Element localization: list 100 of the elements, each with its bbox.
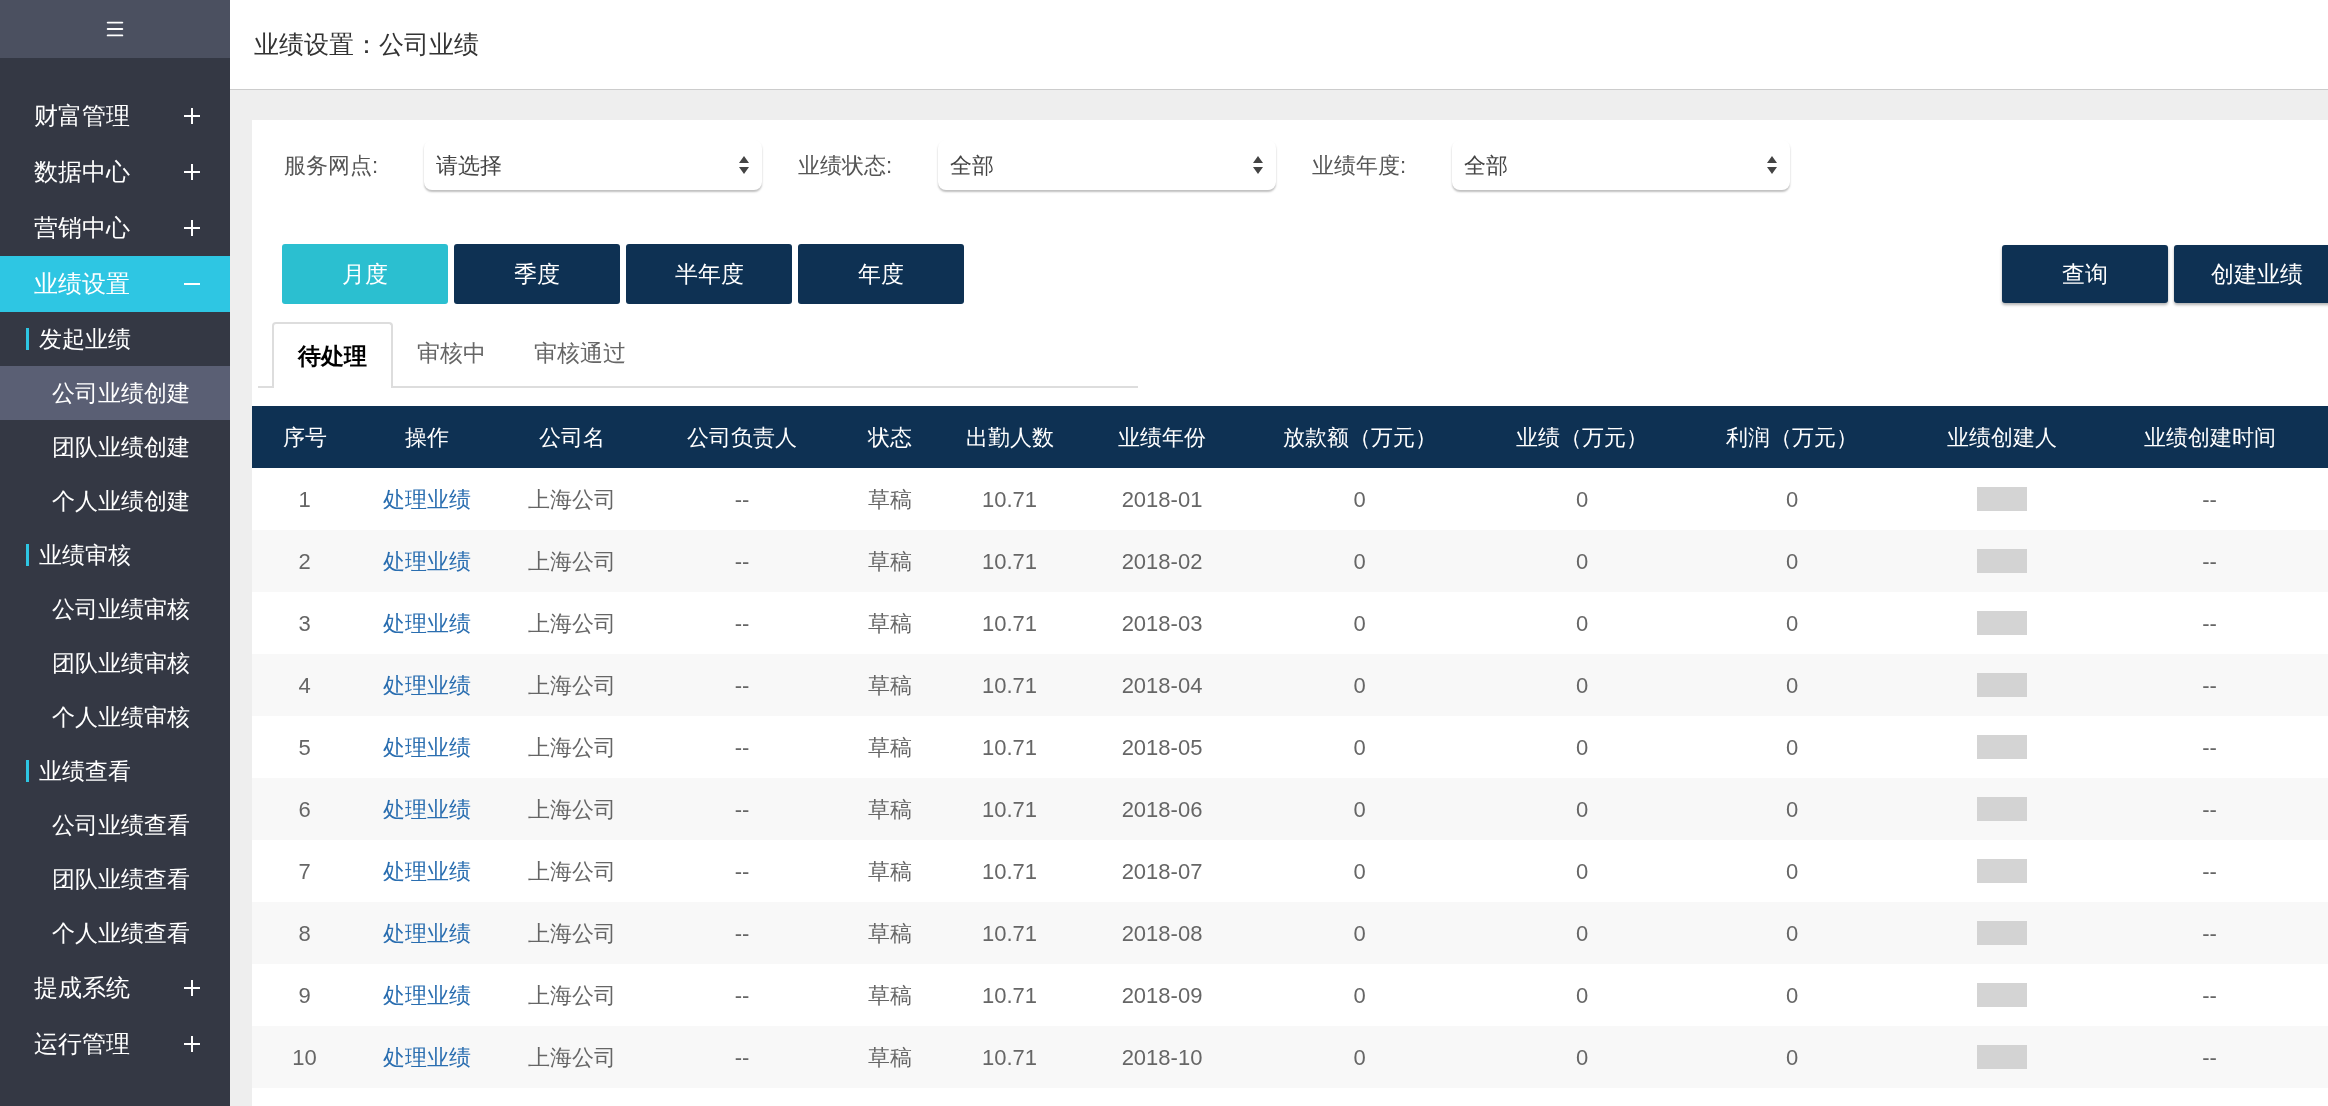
- process-link[interactable]: 处理业绩: [383, 978, 471, 1012]
- table-cell-text: 10.71: [981, 981, 1038, 1010]
- table-cell-text: --: [734, 857, 750, 886]
- sidebar-subitem[interactable]: 个人业绩审核: [0, 690, 230, 744]
- sidebar-item[interactable]: 营销中心: [0, 200, 230, 256]
- column-header: 公司名: [539, 423, 605, 452]
- table-cell-text: 上海公司: [528, 733, 616, 762]
- process-link[interactable]: 处理业绩: [383, 1040, 471, 1074]
- process-link[interactable]: 处理业绩: [383, 544, 471, 578]
- table-cell-text: 10.71: [981, 609, 1038, 638]
- sidebar-subitem[interactable]: 个人业绩查看: [0, 906, 230, 960]
- expand-icon: [184, 164, 200, 180]
- tab[interactable]: 审核中: [393, 320, 510, 386]
- table-cell-text: 2018-04: [1121, 671, 1203, 700]
- table-cell-text: 草稿: [867, 795, 912, 824]
- process-link[interactable]: 处理业绩: [383, 792, 471, 826]
- create-button[interactable]: 创建业绩: [2174, 245, 2328, 303]
- expand-icon: [184, 1036, 200, 1052]
- column-header: 操作: [405, 423, 449, 452]
- column-header: 业绩（万元）: [1516, 423, 1648, 452]
- redacted-name: [1977, 983, 2027, 1007]
- column-header: 状态: [867, 423, 912, 452]
- select-field[interactable]: 请选择: [424, 140, 762, 190]
- expand-icon: [184, 220, 200, 236]
- table-cell-text: 上海公司: [528, 1043, 616, 1072]
- table-cell-text: 10.71: [981, 795, 1038, 824]
- select-field[interactable]: 全部: [938, 140, 1276, 190]
- table-cell-text: 上海公司: [528, 795, 616, 824]
- sidebar-subitem[interactable]: 公司业绩审核: [0, 582, 230, 636]
- table-cell-text: 5: [298, 733, 311, 762]
- table-cell-text: 上海公司: [528, 857, 616, 886]
- sidebar-subitem[interactable]: 团队业绩审核: [0, 636, 230, 690]
- column-header: 利润（万元）: [1726, 423, 1858, 452]
- expand-icon: [184, 108, 200, 124]
- table-cell-text: 草稿: [867, 609, 912, 638]
- table-cell-text: 2018-06: [1121, 795, 1203, 824]
- table-cell-text: 7: [298, 857, 311, 886]
- filter-label: 业绩状态:: [798, 151, 894, 180]
- table-cell-text: 草稿: [867, 671, 912, 700]
- tab[interactable]: 待处理: [272, 322, 393, 388]
- page-title: 业绩设置：公司业绩: [254, 28, 479, 60]
- sidebar-group-label: 业绩查看: [39, 756, 131, 786]
- table-cell-text: 10.71: [981, 733, 1038, 762]
- sidebar-item[interactable]: 数据中心: [0, 144, 230, 200]
- sidebar-item[interactable]: 财富管理: [0, 88, 230, 144]
- table-cell-text: 8: [298, 919, 311, 948]
- table-cell-text: --: [2202, 1043, 2217, 1072]
- table-cell-text: 2018-01: [1121, 485, 1203, 514]
- query-button[interactable]: 查询: [2002, 245, 2168, 303]
- process-link[interactable]: 处理业绩: [383, 606, 471, 640]
- table-cell-text: 0: [1353, 857, 1366, 886]
- table-cell-text: 0: [1785, 547, 1799, 576]
- sidebar-item[interactable]: 提成系统: [0, 960, 230, 1016]
- filter-label: 服务网点:: [284, 151, 380, 180]
- table-cell-text: 4: [298, 671, 311, 700]
- table-cell-text: 草稿: [867, 547, 912, 576]
- table-cell-text: --: [2202, 919, 2217, 948]
- tab[interactable]: 审核通过: [510, 320, 650, 386]
- table-cell-text: 10.71: [981, 485, 1038, 514]
- table-cell-text: --: [2202, 547, 2217, 576]
- table-cell-text: 0: [1575, 795, 1589, 824]
- sidebar-subitem[interactable]: 团队业绩查看: [0, 852, 230, 906]
- table-cell-text: 上海公司: [528, 671, 616, 700]
- sidebar-subitem[interactable]: 团队业绩创建: [0, 420, 230, 474]
- table-cell-text: --: [2202, 981, 2217, 1010]
- table-cell-text: 0: [1575, 547, 1589, 576]
- table-cell-text: 草稿: [867, 981, 912, 1010]
- table-cell-text: --: [2202, 609, 2217, 638]
- sidebar-subitem[interactable]: 公司业绩查看: [0, 798, 230, 852]
- sidebar-subitem[interactable]: 个人业绩创建: [0, 474, 230, 528]
- table-cell-text: 0: [1575, 609, 1589, 638]
- sidebar-subitem[interactable]: 公司业绩创建: [0, 366, 230, 420]
- table-cell-text: 2018-02: [1121, 547, 1203, 576]
- process-link[interactable]: 处理业绩: [383, 854, 471, 888]
- table-cell-text: 0: [1575, 857, 1589, 886]
- table-cell-text: 草稿: [867, 857, 912, 886]
- process-link[interactable]: 处理业绩: [383, 668, 471, 702]
- table-cell-text: 9: [298, 981, 311, 1010]
- table-cell-text: 0: [1353, 609, 1366, 638]
- column-header: 放款额（万元）: [1282, 423, 1437, 452]
- table-cell-text: 0: [1575, 485, 1589, 514]
- table-cell-text: 上海公司: [528, 609, 616, 638]
- redacted-name: [1977, 1045, 2027, 1069]
- table-cell-text: 0: [1575, 919, 1589, 948]
- column-header: 业绩创建人: [1947, 423, 2057, 452]
- process-link[interactable]: 处理业绩: [383, 916, 471, 950]
- period-button[interactable]: 年度: [798, 244, 964, 304]
- select-field[interactable]: 全部: [1452, 140, 1790, 190]
- process-link[interactable]: 处理业绩: [383, 482, 471, 516]
- process-link[interactable]: 处理业绩: [383, 730, 471, 764]
- period-button[interactable]: 季度: [454, 244, 620, 304]
- table-cell-text: 0: [1785, 1043, 1799, 1072]
- table-cell-text: 上海公司: [528, 485, 616, 514]
- table-cell-text: 0: [1785, 857, 1799, 886]
- table-cell-text: --: [2202, 857, 2217, 886]
- table-cell-text: 0: [1575, 1043, 1589, 1072]
- table-cell-text: --: [2202, 671, 2217, 700]
- period-button[interactable]: 半年度: [626, 244, 792, 304]
- sidebar-item[interactable]: 运行管理: [0, 1016, 230, 1072]
- table-cell-text: --: [2202, 795, 2217, 824]
